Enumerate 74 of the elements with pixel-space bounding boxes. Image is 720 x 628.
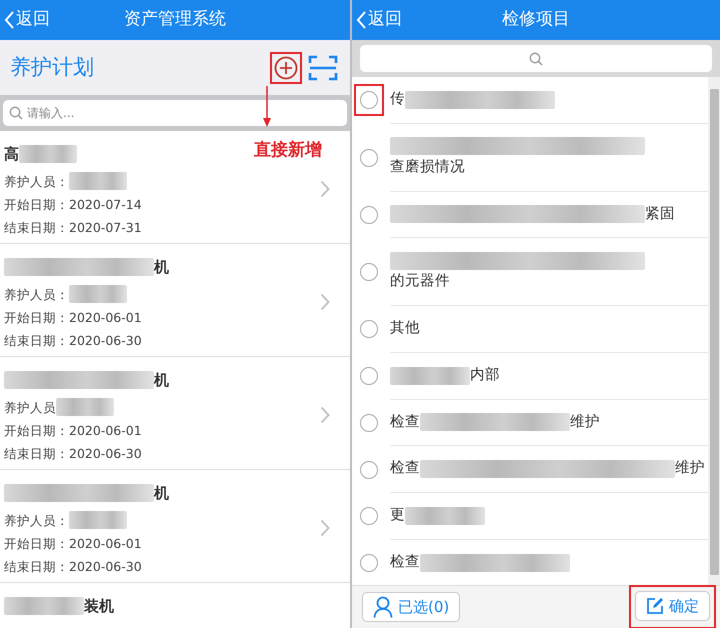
arrow (263, 86, 271, 127)
field-label: 养护人员： (4, 286, 69, 304)
item-text: 装机 (84, 596, 114, 617)
item-text: 机 (154, 483, 169, 504)
selected-button[interactable]: 已选(0) (362, 592, 460, 622)
item-text: 更 (390, 506, 405, 525)
item-text: 其他 (390, 319, 420, 338)
back-button[interactable]: 返回 (352, 7, 406, 33)
field-label: 养护人员 (4, 398, 56, 416)
field-label: 开始日期： (4, 196, 69, 214)
chevron-left-icon (4, 10, 15, 30)
item-text: 高 (4, 144, 19, 165)
radio-button[interactable] (360, 91, 378, 110)
search-icon (9, 106, 23, 120)
item-text: 2020-06-01 (69, 534, 142, 552)
radio-button[interactable] (360, 414, 378, 432)
item-text: 的元器件 (390, 272, 450, 292)
field-label: 开始日期： (4, 422, 69, 440)
radio-button[interactable] (360, 554, 378, 572)
item-text: 内部 (470, 366, 500, 385)
search-icon (529, 52, 543, 66)
item-text: 2020-06-30 (69, 558, 142, 576)
item-text: 维护 (675, 458, 705, 478)
person-icon (373, 596, 393, 618)
field-label: 养护人员： (4, 512, 69, 530)
blurred-text (56, 398, 114, 416)
edit-icon (646, 597, 664, 615)
chevron-right-icon (320, 180, 330, 198)
radio-button[interactable] (360, 206, 378, 224)
field-label: 开始日期： (4, 534, 69, 552)
radio-button[interactable] (360, 263, 378, 282)
blurred-text (69, 285, 127, 303)
radio-button[interactable] (360, 367, 378, 386)
page-title: 养护计划 (10, 54, 94, 81)
chevron-right-icon (320, 406, 330, 424)
item-text: 检查 (390, 459, 420, 478)
search-field[interactable] (360, 45, 712, 72)
screen-title: 检修项目 (502, 9, 570, 30)
item-text: 机 (154, 257, 169, 278)
chevron-right-icon (320, 519, 330, 537)
item-text: 2020-07-14 (69, 196, 142, 214)
item-text: 2020-06-30 (69, 444, 142, 462)
item-text: 机 (154, 370, 169, 391)
item-text: 维护 (570, 412, 600, 432)
item-text: 2020-06-01 (69, 422, 142, 440)
item-text: 检查 (390, 412, 420, 432)
item-text: 查磨损情况 (390, 158, 465, 177)
item-text: 2020-06-01 (69, 308, 142, 326)
chevron-right-icon (320, 293, 330, 311)
blurred-text (69, 511, 127, 529)
item-text: 2020-07-31 (69, 218, 142, 236)
item-text: 传 (390, 90, 405, 109)
blurred-text (69, 172, 127, 190)
search-field[interactable]: 请输入... (3, 100, 347, 126)
item-text: 紧固 (645, 204, 675, 224)
field-label: 养护人员： (4, 172, 69, 190)
radio-button[interactable] (360, 148, 378, 167)
chevron-left-icon (356, 10, 367, 30)
field-label: 结束日期： (4, 444, 69, 462)
blurred-text (19, 145, 77, 164)
item-text: 2020-06-30 (69, 332, 142, 350)
item-text: 检查 (390, 552, 420, 572)
field-label: 结束日期： (4, 332, 69, 350)
field-label: 开始日期： (4, 308, 69, 326)
radio-button[interactable] (360, 507, 378, 526)
annotation-label: 直接新增 (254, 139, 322, 162)
confirm-button[interactable]: 确定 (635, 590, 710, 622)
scan-icon (308, 54, 338, 82)
back-button[interactable]: 返回 (0, 7, 54, 33)
screen-title: 资产管理系统 (124, 9, 226, 30)
radio-button[interactable] (360, 320, 378, 338)
field-label: 结束日期： (4, 558, 69, 576)
radio-button[interactable] (360, 460, 378, 479)
field-label: 结束日期： (4, 218, 69, 236)
